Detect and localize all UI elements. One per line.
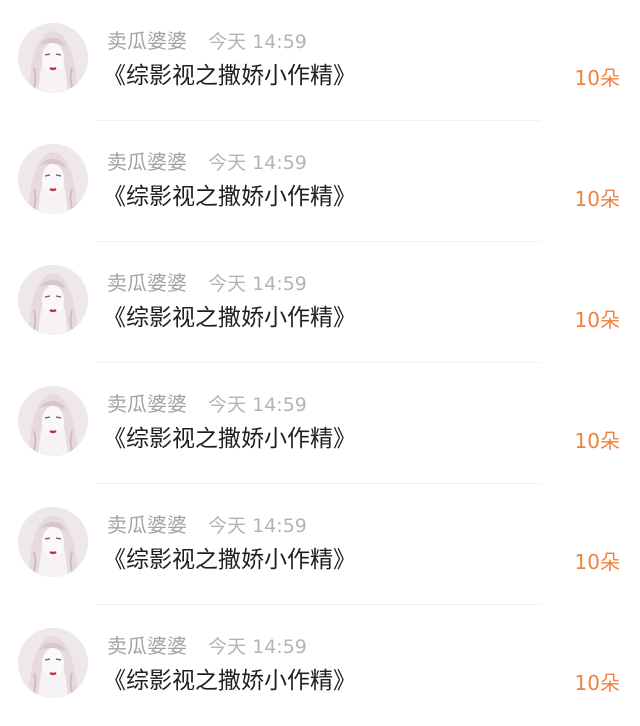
timestamp: 今天 14:59 bbox=[208, 152, 307, 174]
message-list: 卖瓜婆婆 今天 14:59 《综影视之撒娇小作精》 10朵 卖瓜婆婆 今天 14… bbox=[0, 0, 640, 723]
username[interactable]: 卖瓜婆婆 bbox=[107, 392, 187, 416]
username[interactable]: 卖瓜婆婆 bbox=[107, 634, 187, 658]
gift-count: 10朵 bbox=[574, 66, 620, 90]
avatar-portrait-icon bbox=[18, 628, 88, 698]
avatar[interactable] bbox=[18, 507, 88, 577]
gift-count: 10朵 bbox=[574, 550, 620, 574]
message-meta: 卖瓜婆婆 今天 14:59 bbox=[107, 510, 307, 540]
timestamp: 今天 14:59 bbox=[208, 273, 307, 295]
message-text: 《综影视之撒娇小作精》 bbox=[103, 63, 356, 89]
timestamp: 今天 14:59 bbox=[208, 636, 307, 658]
username[interactable]: 卖瓜婆婆 bbox=[107, 271, 187, 295]
message-item[interactable]: 卖瓜婆婆 今天 14:59 《综影视之撒娇小作精》 10朵 bbox=[0, 484, 640, 605]
avatar-portrait-icon bbox=[18, 265, 88, 335]
avatar[interactable] bbox=[18, 23, 88, 93]
message-item[interactable]: 卖瓜婆婆 今天 14:59 《综影视之撒娇小作精》 10朵 bbox=[0, 242, 640, 363]
message-item[interactable]: 卖瓜婆婆 今天 14:59 《综影视之撒娇小作精》 10朵 bbox=[0, 363, 640, 484]
message-item[interactable]: 卖瓜婆婆 今天 14:59 《综影视之撒娇小作精》 10朵 bbox=[0, 121, 640, 242]
message-text: 《综影视之撒娇小作精》 bbox=[103, 547, 356, 573]
username[interactable]: 卖瓜婆婆 bbox=[107, 29, 187, 53]
message-text: 《综影视之撒娇小作精》 bbox=[103, 668, 356, 694]
message-text: 《综影视之撒娇小作精》 bbox=[103, 305, 356, 331]
gift-count: 10朵 bbox=[574, 429, 620, 453]
avatar-portrait-icon bbox=[18, 23, 88, 93]
message-meta: 卖瓜婆婆 今天 14:59 bbox=[107, 26, 307, 56]
avatar-portrait-icon bbox=[18, 386, 88, 456]
message-meta: 卖瓜婆婆 今天 14:59 bbox=[107, 147, 307, 177]
gift-count: 10朵 bbox=[574, 308, 620, 332]
avatar[interactable] bbox=[18, 265, 88, 335]
timestamp: 今天 14:59 bbox=[208, 515, 307, 537]
username[interactable]: 卖瓜婆婆 bbox=[107, 513, 187, 537]
gift-count: 10朵 bbox=[574, 187, 620, 211]
avatar[interactable] bbox=[18, 386, 88, 456]
message-item[interactable]: 卖瓜婆婆 今天 14:59 《综影视之撒娇小作精》 10朵 bbox=[0, 0, 640, 121]
timestamp: 今天 14:59 bbox=[208, 31, 307, 53]
avatar[interactable] bbox=[18, 144, 88, 214]
message-item[interactable]: 卖瓜婆婆 今天 14:59 《综影视之撒娇小作精》 10朵 bbox=[0, 605, 640, 726]
username[interactable]: 卖瓜婆婆 bbox=[107, 150, 187, 174]
gift-count: 10朵 bbox=[574, 671, 620, 695]
message-text: 《综影视之撒娇小作精》 bbox=[103, 184, 356, 210]
avatar[interactable] bbox=[18, 628, 88, 698]
message-meta: 卖瓜婆婆 今天 14:59 bbox=[107, 389, 307, 419]
avatar-portrait-icon bbox=[18, 507, 88, 577]
message-meta: 卖瓜婆婆 今天 14:59 bbox=[107, 268, 307, 298]
timestamp: 今天 14:59 bbox=[208, 394, 307, 416]
message-text: 《综影视之撒娇小作精》 bbox=[103, 426, 356, 452]
avatar-portrait-icon bbox=[18, 144, 88, 214]
message-meta: 卖瓜婆婆 今天 14:59 bbox=[107, 631, 307, 661]
